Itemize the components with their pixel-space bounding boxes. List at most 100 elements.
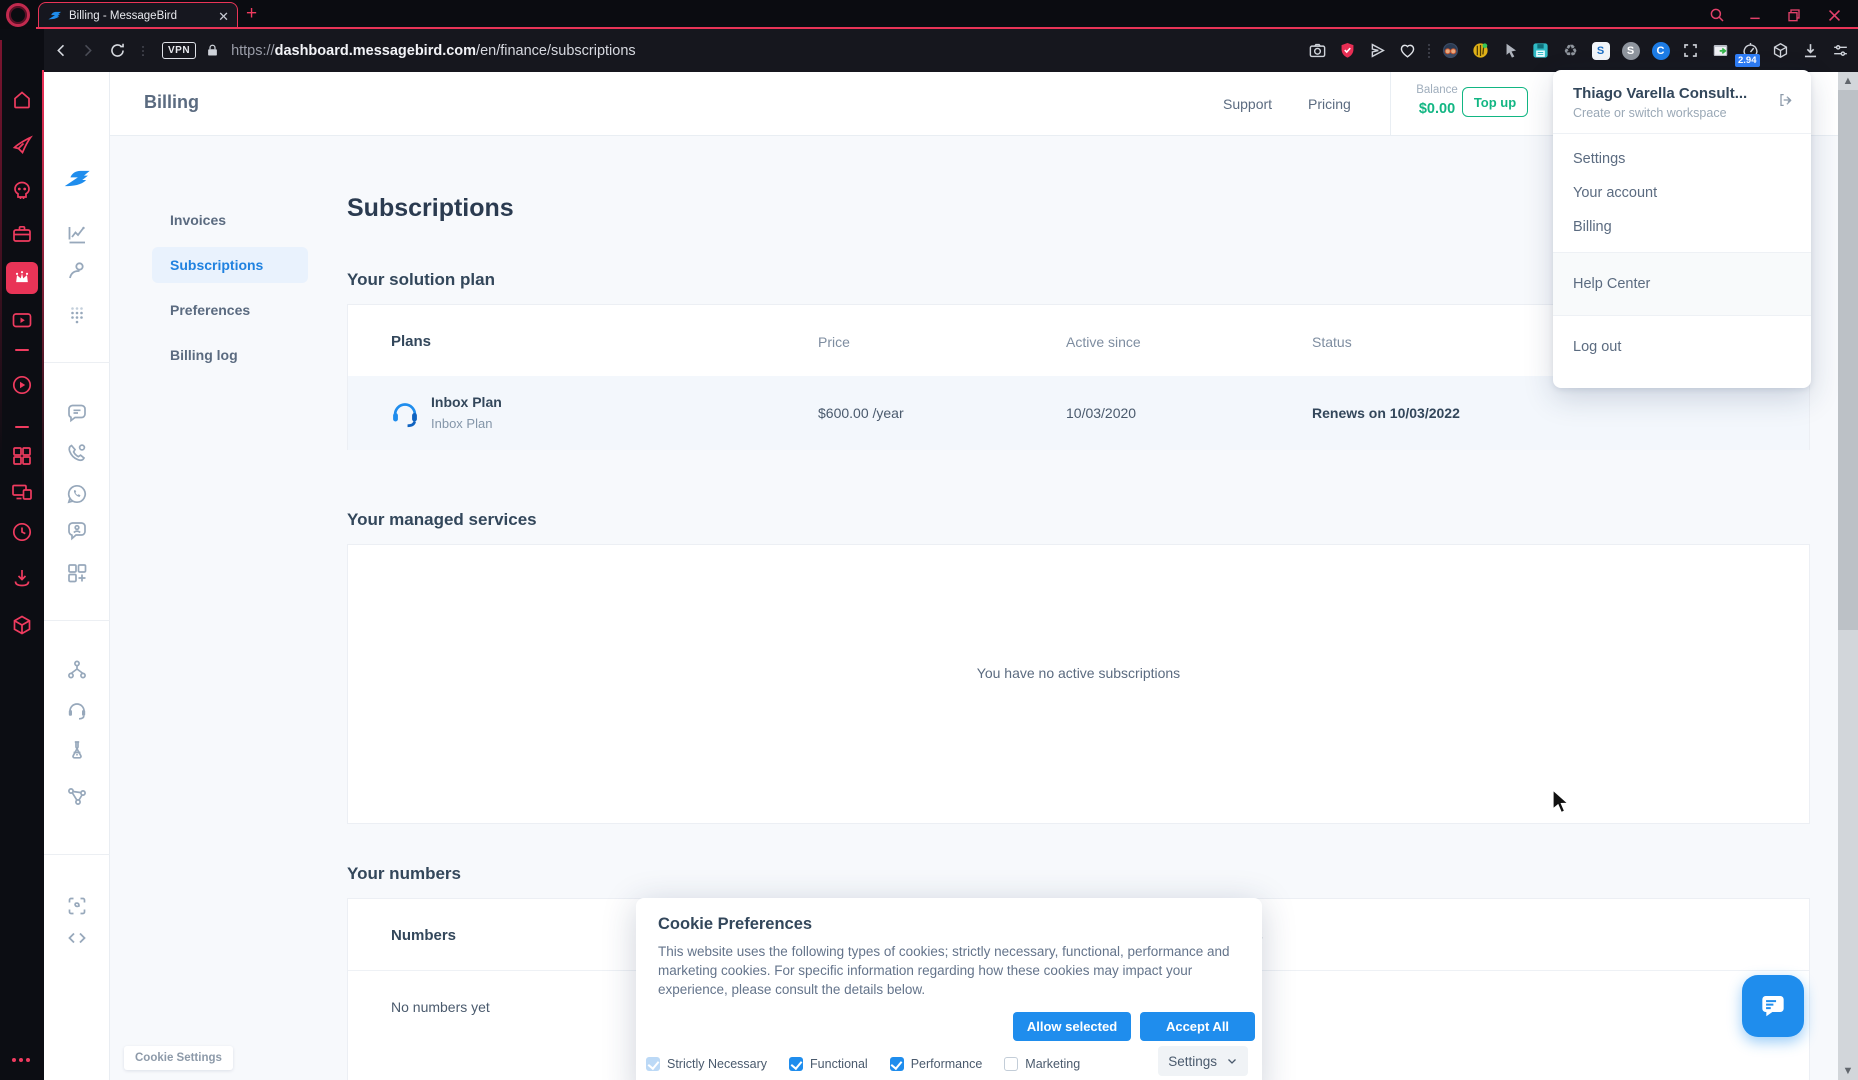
functional-label: Functional xyxy=(810,1057,868,1071)
performance-checkbox[interactable] xyxy=(889,1057,904,1071)
messagebird-logo-icon[interactable] xyxy=(63,166,91,194)
balance-value: $0.00 xyxy=(1418,101,1456,117)
workspace-switcher[interactable]: Thiago Varella Consult... Create or swit… xyxy=(1553,70,1811,133)
lock-icon[interactable] xyxy=(203,43,221,58)
toolbar-dots-icon[interactable] xyxy=(130,44,156,58)
chat-launcher-button[interactable] xyxy=(1742,975,1804,1037)
window-share-extension-icon[interactable] xyxy=(1711,41,1730,60)
home-icon[interactable] xyxy=(10,88,34,112)
chevron-down-icon xyxy=(1228,1059,1236,1064)
sidebar-divider xyxy=(44,362,110,363)
extensions-cube-icon[interactable] xyxy=(10,613,34,637)
send-plane-icon[interactable] xyxy=(1368,41,1387,60)
download-extension-icon[interactable] xyxy=(1801,41,1820,60)
labs-flask-icon[interactable] xyxy=(65,738,89,762)
airplane-icon[interactable] xyxy=(10,133,34,157)
cookie-settings-select[interactable]: Settings xyxy=(1158,1046,1248,1076)
subnav-billing-log[interactable]: Billing log xyxy=(152,337,308,373)
pricing-link[interactable]: Pricing xyxy=(1308,96,1351,112)
extension-separator xyxy=(1428,43,1430,58)
top-up-button[interactable]: Top up xyxy=(1462,87,1528,117)
voice-phone-icon[interactable] xyxy=(65,441,89,465)
scroll-up-arrow[interactable]: ▲ xyxy=(1838,72,1858,90)
menu-item-billing[interactable]: Billing xyxy=(1553,210,1811,244)
rail-divider xyxy=(15,349,29,351)
chat-bubble-icon xyxy=(1762,996,1784,1017)
marketing-checkbox[interactable] xyxy=(1004,1057,1019,1071)
yellow-crest-extension-icon[interactable] xyxy=(1471,41,1490,60)
back-icon[interactable] xyxy=(48,41,74,60)
cursor-extension-icon[interactable] xyxy=(1501,41,1520,60)
inbox-headset-icon[interactable] xyxy=(65,698,89,722)
play-circle-icon[interactable] xyxy=(10,373,34,397)
history-clock-icon[interactable] xyxy=(10,520,34,544)
page-title: Subscriptions xyxy=(347,194,514,222)
accept-all-button[interactable]: Accept All xyxy=(1140,1012,1255,1041)
speed-dial-grid-icon[interactable] xyxy=(10,444,34,468)
scrollbar-thumb[interactable] xyxy=(1838,90,1858,630)
save-floppy-extension-icon[interactable] xyxy=(1531,41,1550,60)
video-popout-icon[interactable] xyxy=(10,308,34,332)
developers-code-icon[interactable] xyxy=(65,926,89,950)
conversations-chat-icon[interactable] xyxy=(65,401,89,425)
managed-services-empty: You have no active subscriptions xyxy=(976,665,1181,681)
downloads-icon[interactable] xyxy=(10,566,34,590)
cube-extension-icon[interactable] xyxy=(1771,41,1790,60)
skull-icon[interactable] xyxy=(10,178,34,202)
avatar-extension-icon[interactable] xyxy=(1441,41,1460,60)
scroll-down-arrow[interactable]: ▼ xyxy=(1838,1062,1858,1080)
functional-checkbox[interactable] xyxy=(789,1057,804,1071)
cookie-dialog-body: This website uses the following types of… xyxy=(658,944,1230,997)
minimize-button[interactable] xyxy=(1744,4,1766,26)
support-link[interactable]: Support xyxy=(1223,96,1272,112)
tab-close-icon[interactable]: ✕ xyxy=(218,10,229,23)
column-plans: Plans xyxy=(391,333,432,350)
flow-devices-icon[interactable] xyxy=(10,479,34,503)
url-bar[interactable]: https://dashboard.messagebird.com/en/fin… xyxy=(231,43,636,59)
page-scrollbar[interactable]: ▲ ▼ xyxy=(1838,72,1858,1080)
sliders-settings-icon[interactable] xyxy=(1831,41,1850,60)
flows-icon[interactable] xyxy=(65,658,89,682)
allow-selected-button[interactable]: Allow selected xyxy=(1013,1012,1131,1041)
more-dots-icon[interactable] xyxy=(12,1058,30,1062)
menu-item-help-center[interactable]: Help Center xyxy=(1553,267,1811,301)
connectors-network-icon[interactable] xyxy=(65,784,89,808)
browser-tab[interactable]: Billing - MessageBird ✕ xyxy=(38,2,238,29)
performance-label: Performance xyxy=(910,1057,983,1071)
integrations-widgets-icon[interactable] xyxy=(65,561,89,585)
agent-bubble-icon[interactable] xyxy=(65,519,89,543)
menu-item-settings[interactable]: Settings xyxy=(1553,142,1811,176)
reload-icon[interactable] xyxy=(104,41,130,60)
whatsapp-icon[interactable] xyxy=(65,482,89,506)
contacts-icon[interactable] xyxy=(65,259,89,283)
opera-gx-crown-icon[interactable] xyxy=(6,262,38,294)
adblock-shield-icon[interactable] xyxy=(1338,41,1357,60)
analytics-chart-icon[interactable] xyxy=(65,223,89,247)
gauge-extension-icon[interactable]: 2.94 xyxy=(1735,41,1760,67)
s-gray-extension-icon[interactable]: S xyxy=(1621,41,1640,60)
new-tab-button[interactable]: + xyxy=(246,3,257,25)
close-button[interactable] xyxy=(1823,4,1845,26)
menu-item-log-out[interactable]: Log out xyxy=(1553,330,1811,364)
subnav-invoices[interactable]: Invoices xyxy=(152,202,308,238)
briefcase-icon[interactable] xyxy=(10,222,34,246)
forward-icon[interactable] xyxy=(74,41,100,60)
opera-logo-icon[interactable] xyxy=(6,3,30,27)
subnav-subscriptions[interactable]: Subscriptions xyxy=(152,247,308,283)
subnav-preferences[interactable]: Preferences xyxy=(152,292,308,328)
c-blue-extension-icon[interactable]: C xyxy=(1651,41,1670,60)
cookie-settings-button[interactable]: Cookie Settings xyxy=(124,1046,233,1070)
dialpad-numbers-icon[interactable] xyxy=(65,303,89,327)
plan-subtitle: Inbox Plan xyxy=(431,416,493,431)
screenshot-camera-icon[interactable] xyxy=(1308,41,1327,60)
browser-search-icon[interactable] xyxy=(1706,4,1728,26)
frame-capture-icon[interactable] xyxy=(65,894,89,918)
menu-item-your-account[interactable]: Your account xyxy=(1553,176,1811,210)
sidebar-divider xyxy=(44,620,110,621)
vpn-badge[interactable]: VPN xyxy=(162,42,197,59)
fullscreen-brackets-icon[interactable] xyxy=(1681,41,1700,60)
s-blue-extension-icon[interactable]: S xyxy=(1591,41,1610,60)
recycle-extension-icon[interactable]: ♻ xyxy=(1561,41,1580,60)
restore-button[interactable] xyxy=(1783,4,1805,26)
heart-icon[interactable] xyxy=(1398,41,1417,60)
